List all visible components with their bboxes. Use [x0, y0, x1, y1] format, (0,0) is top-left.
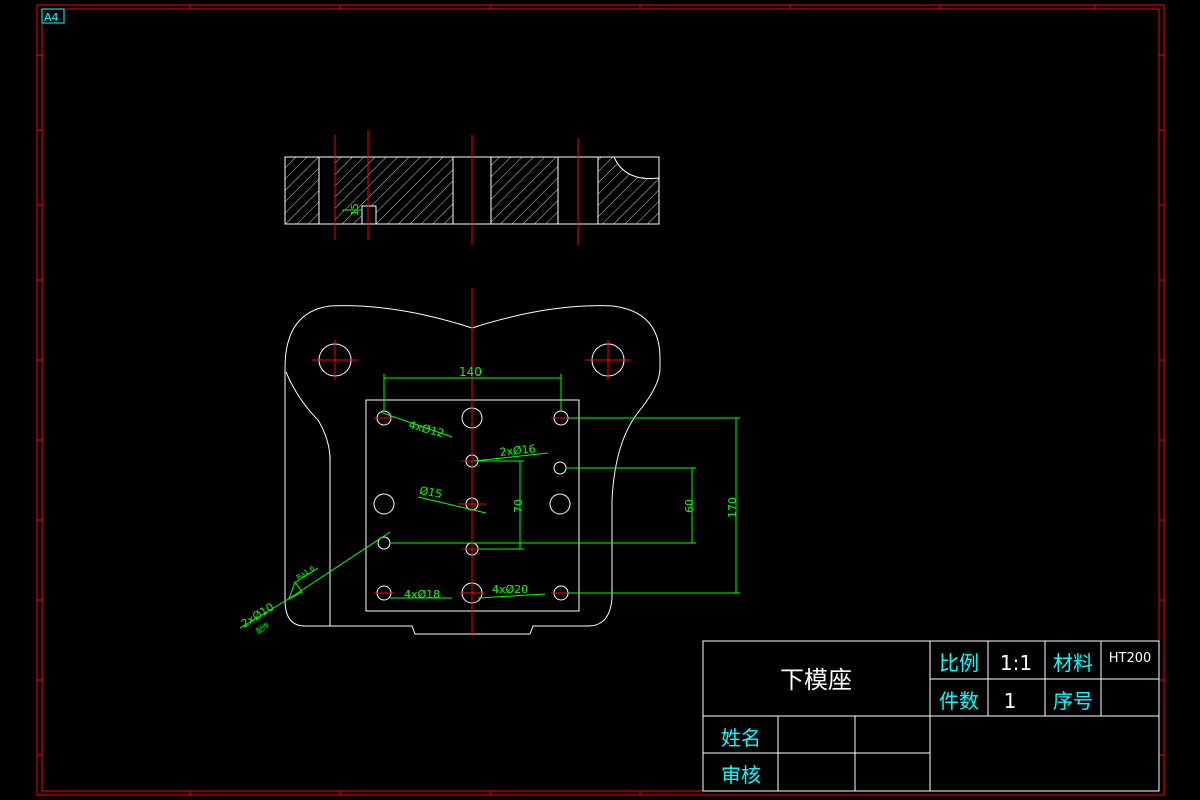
dim-60-label: 60: [683, 499, 696, 513]
sheet-size-label: A4: [41, 8, 65, 24]
dimension-labels: 140 4xØ12 2xØ16 Ø15 70 60 170 4xØ18 4xØ2…: [239, 365, 739, 636]
dim-2x16-label: 2xØ16: [499, 442, 536, 459]
inner-frame: [41, 8, 1160, 792]
plan-curve-left: [285, 371, 331, 461]
frame-ticks: [37, 5, 1164, 795]
scale-value: 1:1: [1000, 651, 1032, 675]
section-counterbore: [361, 205, 377, 225]
dim-4x18-label: 4xØ18: [404, 588, 440, 601]
name-label: 姓名: [721, 726, 761, 750]
dim-140-label: 140: [459, 365, 482, 379]
hole-left-mid: [373, 493, 395, 515]
dimension-lines: [239, 374, 740, 629]
scale-label: 比例: [939, 651, 979, 675]
title-block-text: 下模座 比例 1:1 材料 HT200 件数 1 序号 姓名 审核: [721, 651, 1151, 787]
dim-2x10-label: 2xØ10: [239, 600, 277, 630]
section-hatch-4: [597, 156, 660, 225]
section-hatch-1: [284, 156, 320, 225]
drawing-sheet: A4 15 140 4xØ12 2xØ16 Ø15 70 60 170 4xØ1…: [36, 4, 1165, 796]
sheet-frame: [36, 4, 1165, 796]
dim-70-label: 70: [512, 499, 525, 513]
hole-side-right: [553, 461, 567, 475]
hole-right-mid: [549, 493, 571, 515]
quantity-label: 件数: [939, 689, 979, 713]
review-label: 审核: [721, 763, 761, 787]
section-view: 15: [284, 130, 660, 245]
sheet-size-text: A4: [44, 11, 59, 24]
material-label: 材料: [1053, 651, 1093, 675]
section-hatch-3: [490, 156, 559, 225]
section-depth-label: 15: [350, 203, 361, 216]
dim-4x20-label: 4xØ20: [492, 583, 528, 596]
roughness-label: Ra1.6: [295, 564, 317, 582]
serial-label: 序号: [1053, 689, 1093, 713]
quantity-value: 1: [1004, 689, 1017, 713]
part-name: 下模座: [780, 666, 852, 694]
dim-4x12-label: 4xØ12: [407, 418, 445, 440]
dim-170-label: 170: [726, 497, 739, 518]
material-value: HT200: [1109, 651, 1152, 666]
plan-centerlines: [312, 288, 631, 636]
outer-frame: [36, 4, 1165, 796]
